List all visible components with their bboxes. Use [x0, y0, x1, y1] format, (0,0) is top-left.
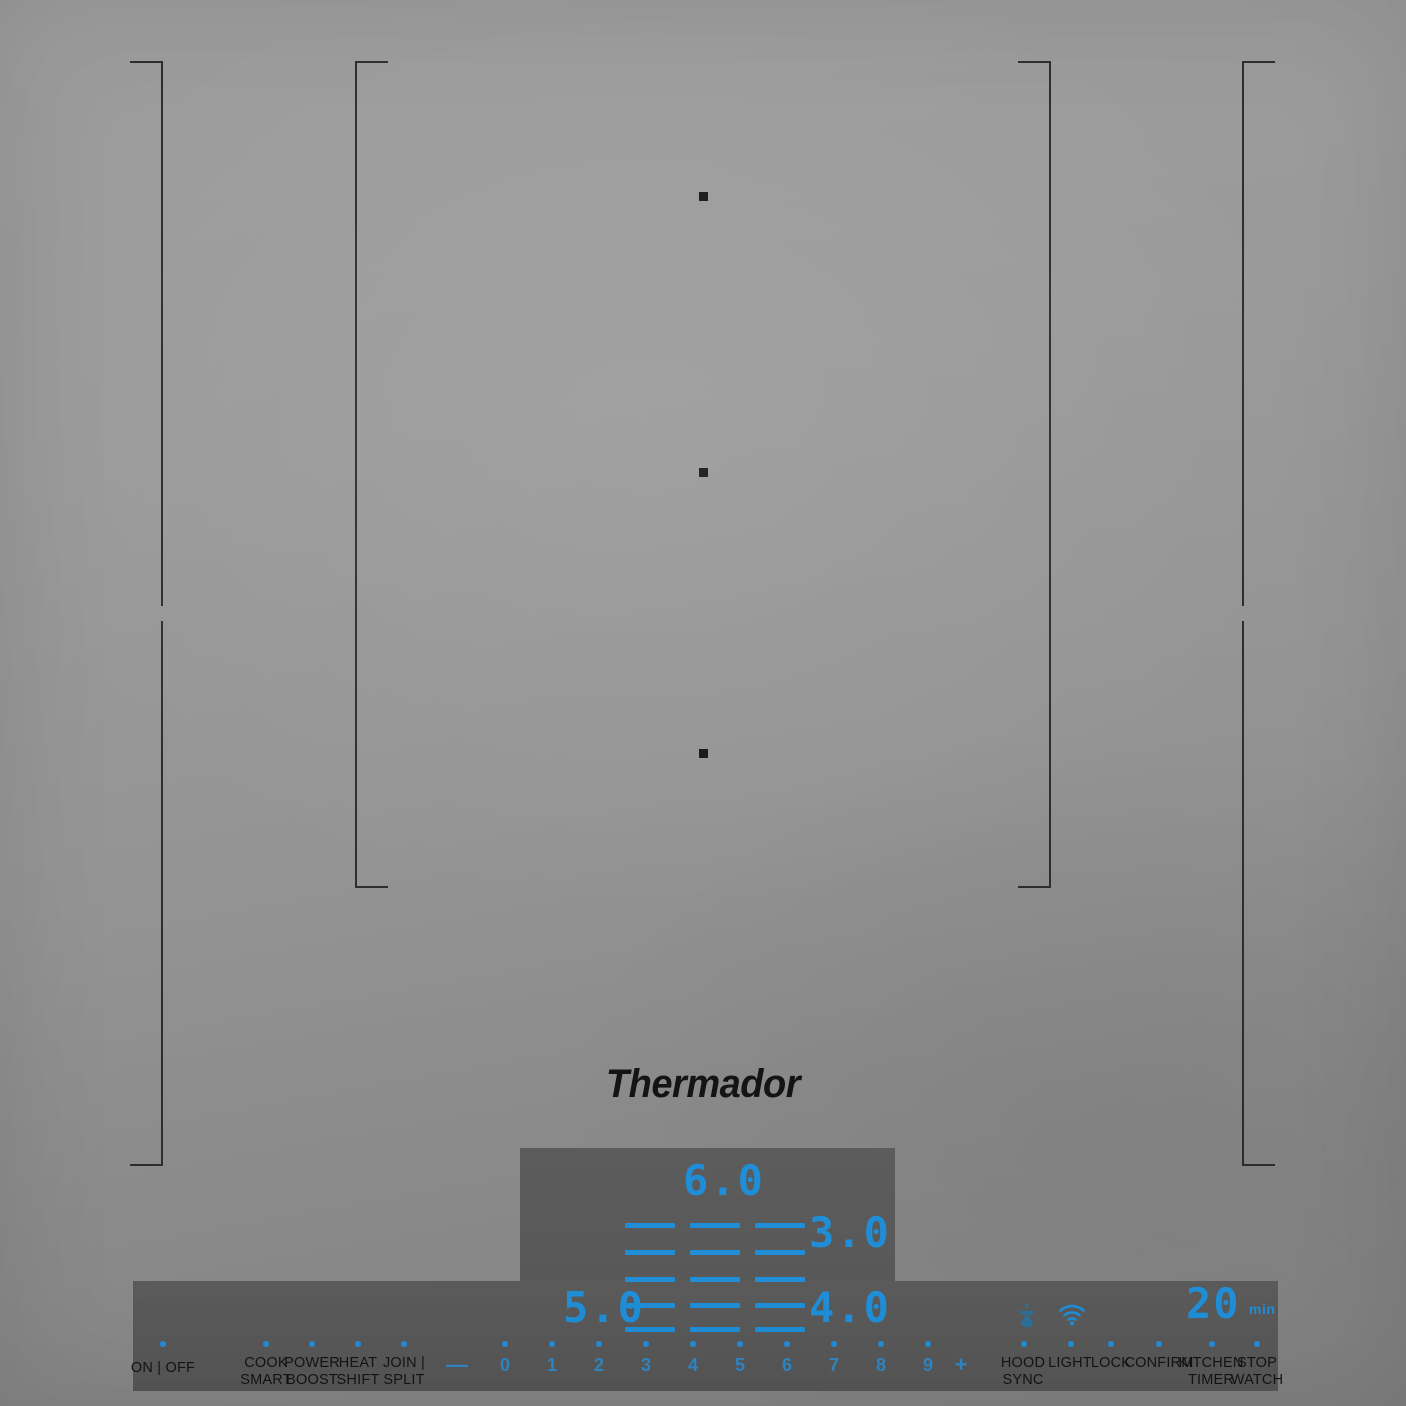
level-bar — [625, 1303, 675, 1308]
slider-minus-button[interactable]: — — [446, 1352, 468, 1378]
power-button[interactable]: ON | OFF — [118, 1360, 208, 1377]
power-boost-indicator — [309, 1341, 315, 1347]
slider-digit-2[interactable]: 2 — [588, 1355, 610, 1376]
stop-watch-indicator — [1254, 1341, 1260, 1347]
join-split-button[interactable]: JOIN | SPLIT — [364, 1355, 444, 1389]
zone-bracket-line — [1242, 61, 1275, 63]
zone-bracket-line — [161, 61, 163, 606]
stop-watch-label-line1: STOP — [1236, 1355, 1278, 1371]
level-bar — [625, 1250, 675, 1255]
zone-center-marker — [699, 192, 708, 201]
slider-digit-indicator — [878, 1341, 884, 1347]
level-bar — [755, 1327, 805, 1332]
slider-digit-indicator — [831, 1341, 837, 1347]
slider-digit-indicator — [596, 1341, 602, 1347]
zone-bracket-line — [1018, 886, 1051, 888]
slider-digit-1[interactable]: 1 — [541, 1355, 563, 1376]
zone-bracket-line — [355, 61, 388, 63]
zone-bracket-line — [1242, 1164, 1275, 1166]
level-bar — [625, 1223, 675, 1228]
level-bar — [625, 1327, 675, 1332]
slider-digit-indicator — [502, 1341, 508, 1347]
zone-bracket-line — [1242, 61, 1244, 606]
zone-bracket-line — [355, 61, 357, 888]
hood-sync-indicator — [1021, 1341, 1027, 1347]
zone-bracket-line — [1018, 61, 1051, 63]
confirm-indicator — [1156, 1341, 1162, 1347]
timer-unit-label: min — [1249, 1301, 1276, 1317]
level-bar — [690, 1303, 740, 1308]
readout-zone-top-center: 6.0 — [683, 1156, 765, 1205]
hood-sync-label-line2: SYNC — [1002, 1372, 1044, 1388]
stop-watch-button[interactable]: STOP WATCH — [1217, 1355, 1297, 1389]
zone-center-marker — [699, 468, 708, 477]
stop-watch-label-line2: WATCH — [1230, 1372, 1284, 1388]
join-split-label-line2: SPLIT — [383, 1372, 425, 1388]
level-bar — [625, 1277, 675, 1282]
wifi-icon — [1058, 1303, 1086, 1332]
level-bar — [690, 1250, 740, 1255]
zone-bracket-line — [130, 1164, 163, 1166]
level-bar — [690, 1327, 740, 1332]
slider-digit-indicator — [643, 1341, 649, 1347]
heat-shift-indicator — [355, 1341, 361, 1347]
lock-indicator — [1108, 1341, 1114, 1347]
level-bar — [690, 1277, 740, 1282]
slider-digit-4[interactable]: 4 — [682, 1355, 704, 1376]
readout-zone-right-upper: 3.0 — [809, 1208, 891, 1257]
level-bar — [690, 1223, 740, 1228]
range-hood-icon — [1015, 1304, 1039, 1335]
timer-readout: 20 — [1186, 1279, 1241, 1328]
induction-cooktop-surface: Thermador 6.0 3.0 5.0 4.0 20 min ON | OF… — [0, 0, 1406, 1406]
level-bar — [755, 1223, 805, 1228]
power-button-indicator — [160, 1341, 166, 1347]
cook-smart-indicator — [263, 1341, 269, 1347]
slider-digit-5[interactable]: 5 — [729, 1355, 751, 1376]
zone-bracket-line — [355, 886, 388, 888]
slider-digit-9[interactable]: 9 — [917, 1355, 939, 1376]
slider-digit-indicator — [784, 1341, 790, 1347]
level-bar — [755, 1303, 805, 1308]
slider-digit-7[interactable]: 7 — [823, 1355, 845, 1376]
slider-digit-indicator — [737, 1341, 743, 1347]
slider-digit-3[interactable]: 3 — [635, 1355, 657, 1376]
slider-digit-indicator — [690, 1341, 696, 1347]
zone-bracket-line — [130, 61, 163, 63]
join-split-indicator — [401, 1341, 407, 1347]
brand-logo: Thermador — [605, 1062, 801, 1106]
level-bar — [755, 1277, 805, 1282]
level-bar — [755, 1250, 805, 1255]
light-indicator — [1068, 1341, 1074, 1347]
slider-plus-button[interactable]: + — [950, 1352, 972, 1378]
slider-digit-8[interactable]: 8 — [870, 1355, 892, 1376]
power-button-label: ON | OFF — [130, 1360, 196, 1376]
slider-digit-indicator — [549, 1341, 555, 1347]
slider-digit-indicator — [925, 1341, 931, 1347]
join-split-label-line1: JOIN | — [382, 1355, 426, 1371]
readout-zone-left-lower: 5.0 — [563, 1283, 645, 1332]
readout-zone-right-lower: 4.0 — [809, 1283, 891, 1332]
zone-bracket-line — [1049, 61, 1051, 888]
slider-digit-6[interactable]: 6 — [776, 1355, 798, 1376]
slider-digit-0[interactable]: 0 — [494, 1355, 516, 1376]
kitchen-timer-indicator — [1209, 1341, 1215, 1347]
zone-center-marker — [699, 749, 708, 758]
